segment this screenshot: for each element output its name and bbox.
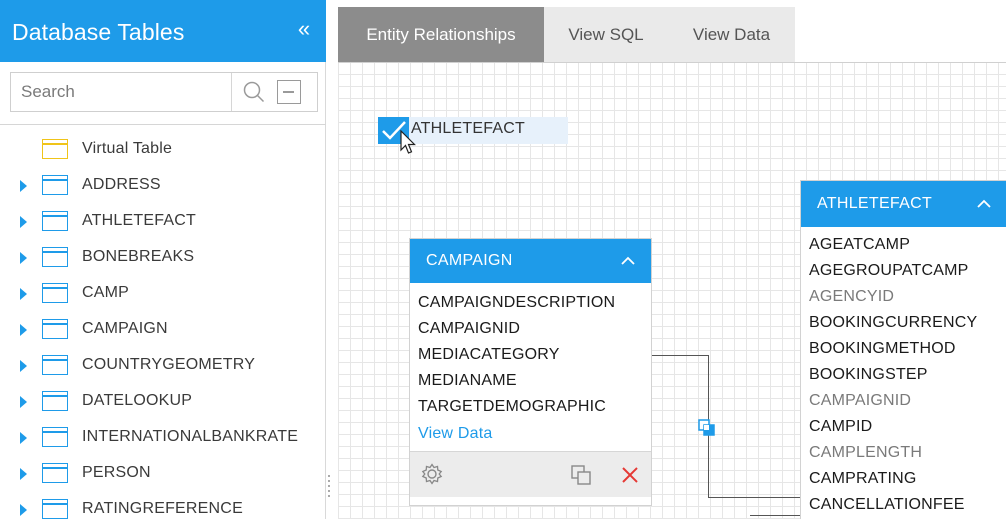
search-divider [231,73,232,111]
tree-item-label: CAMPAIGN [82,320,168,337]
tree-item-label: COUNTRYGEOMETRY [82,356,256,373]
collapse-panel-icon[interactable]: « [291,18,317,42]
selected-table-label: ATHLETEFACT [411,120,525,137]
entity-title: CAMPAIGN [426,252,513,269]
panel-title: Database Tables [12,19,185,45]
entity-field[interactable]: AGEATCAMP [809,236,910,254]
expand-arrow-icon[interactable] [20,180,27,192]
tab-view-sql[interactable]: View SQL [544,7,668,62]
entity-footer [410,451,651,497]
entity-field[interactable]: CAMPAIGNID [809,392,911,410]
table-icon [42,211,68,231]
panel-resize-handle[interactable] [327,475,331,505]
table-icon [42,175,68,195]
table-icon [42,499,68,519]
search-input[interactable] [11,73,231,111]
tree-item[interactable]: BONEBREAKS [0,243,326,273]
expand-arrow-icon[interactable] [20,360,27,372]
tree-item-label: ATHLETEFACT [82,212,196,229]
tab-entity-relationships[interactable]: Entity Relationships [338,7,544,62]
duplicate-icon[interactable] [571,465,591,485]
entity-field[interactable]: CAMPLENGTH [809,444,922,462]
entity-field[interactable]: MEDIACATEGORY [418,346,560,364]
settings-icon[interactable] [421,463,443,485]
tree-item[interactable]: ATHLETEFACT [0,207,326,237]
entity-field[interactable]: CAMPAIGNDESCRIPTION [418,294,615,312]
table-icon [42,463,68,483]
tree-item[interactable]: Virtual Table [0,135,326,165]
entity-field[interactable]: AGENCYID [809,288,894,306]
tree-item-label: RATINGREFERENCE [82,500,243,517]
table-icon [42,283,68,303]
tree-item-label: Virtual Table [82,140,173,157]
entity-athletefact[interactable]: ATHLETEFACT AGEATCAMP AGEGROUPATCAMP AGENC… [800,180,1006,519]
panel-divider [0,124,326,125]
table-icon [42,391,68,411]
relationship-line [708,497,800,498]
tree-item[interactable]: ADDRESS [0,171,326,201]
relationship-join-icon[interactable] [698,419,716,437]
tree-item[interactable]: PERSON [0,459,326,489]
entity-field[interactable]: CAMPAIGNID [418,320,520,338]
table-icon [42,427,68,447]
expand-arrow-icon[interactable] [20,396,27,408]
expand-arrow-icon[interactable] [20,432,27,444]
chevron-up-icon[interactable] [620,254,636,268]
tree-item[interactable]: INTERNATIONALBANKRATE [0,423,326,453]
tab-view-data[interactable]: View Data [668,7,795,62]
entity-header[interactable]: CAMPAIGN [410,239,651,283]
table-icon [42,355,68,375]
canvas-border [338,62,1006,63]
table-icon [42,247,68,267]
entity-header[interactable]: ATHLETEFACT [801,181,1006,227]
tree-item[interactable]: CAMP [0,279,326,309]
tree-item[interactable]: RATINGREFERENCE [0,495,326,519]
tree-item-label: INTERNATIONALBANKRATE [82,428,299,445]
tree-item[interactable]: COUNTRYGEOMETRY [0,351,326,381]
expand-arrow-icon[interactable] [20,216,27,228]
tree-item-label: DATELOOKUP [82,392,193,409]
view-data-link[interactable]: View Data [418,425,492,443]
tree-item[interactable]: DATELOOKUP [0,387,326,417]
tree-item[interactable]: CAMPAIGN [0,315,326,345]
expand-arrow-icon[interactable] [20,324,27,336]
entity-title: ATHLETEFACT [817,195,933,212]
entity-field[interactable]: TARGETDEMOGRAPHIC [418,398,606,416]
search-box [10,72,318,112]
chevron-up-icon[interactable] [976,197,992,211]
tree-item-label: CAMP [82,284,130,301]
expand-arrow-icon[interactable] [20,288,27,300]
virtual-table-icon [42,139,68,159]
expand-arrow-icon[interactable] [20,252,27,264]
tree-item-label: BONEBREAKS [82,248,195,265]
expand-arrow-icon[interactable] [20,468,27,480]
relationship-line [750,515,800,516]
entity-field[interactable]: AGEGROUPATCAMP [809,262,969,280]
panel-header: Database Tables « [0,0,326,62]
entity-field[interactable]: BOOKINGCURRENCY [809,314,977,332]
table-icon [42,319,68,339]
entity-field[interactable]: MEDIANAME [418,372,517,390]
entity-field[interactable]: CANCELLATIONFEE [809,496,965,514]
tree-item-label: PERSON [82,464,151,481]
tree-item-label: ADDRESS [82,176,161,193]
relationship-line [652,355,708,356]
entity-field[interactable]: BOOKINGSTEP [809,366,928,384]
database-tables-panel: Database Tables « Virtual Table ADDRESS AT… [0,0,326,519]
entity-field[interactable]: CAMPID [809,418,872,436]
entity-field[interactable]: BOOKINGMETHOD [809,340,956,358]
collapse-all-icon[interactable] [277,80,301,104]
entity-campaign[interactable]: CAMPAIGN CAMPAIGNDESCRIPTION CAMPAIGNID ME… [409,238,652,506]
entity-field[interactable]: CAMPRATING [809,470,916,488]
mouse-cursor-icon [400,130,416,154]
search-icon[interactable] [243,81,265,103]
expand-arrow-icon[interactable] [20,504,27,516]
delete-icon[interactable] [621,466,639,484]
